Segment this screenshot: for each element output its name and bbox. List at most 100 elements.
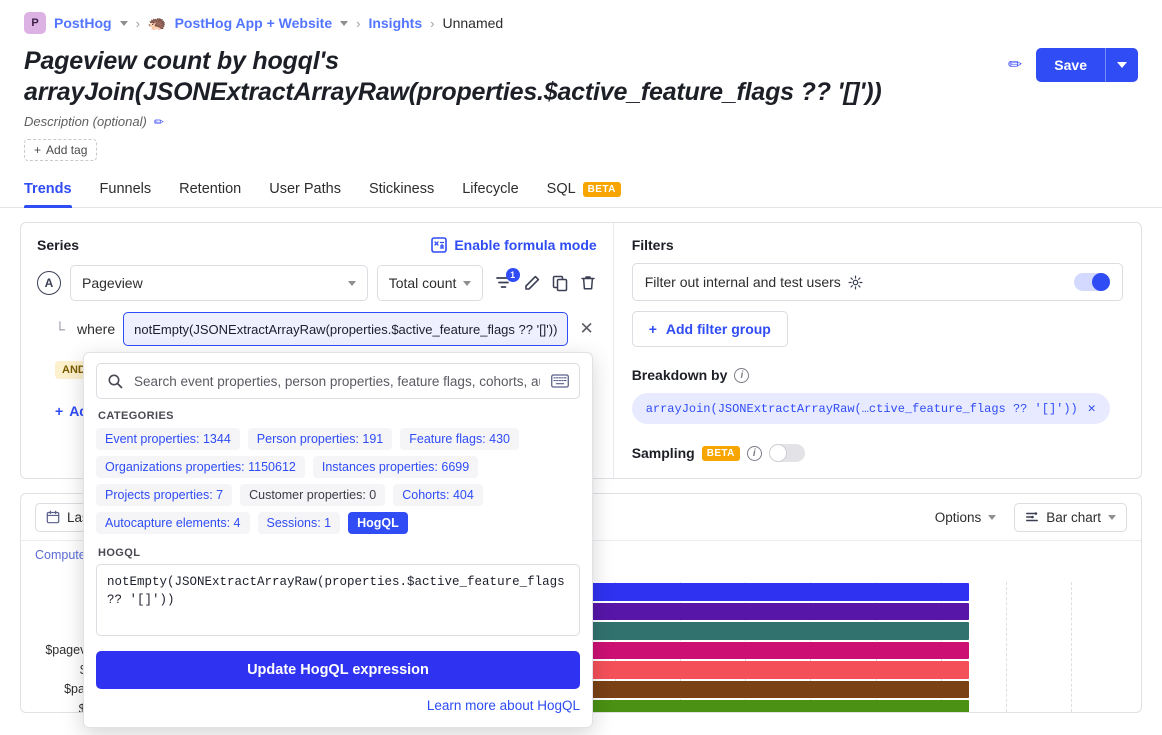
- edit-description-pencil-icon[interactable]: ✏: [154, 115, 164, 129]
- tab-funnels-label: Funnels: [100, 181, 152, 197]
- category-chip[interactable]: Instances properties: 6699: [313, 456, 478, 478]
- edit-title-pencil-icon[interactable]: ✏: [1008, 55, 1022, 75]
- enable-formula-mode-button[interactable]: Enable formula mode: [431, 237, 596, 253]
- delete-trash-icon[interactable]: [579, 274, 597, 292]
- bar-chart-icon: [1025, 510, 1039, 524]
- series-title: Series: [37, 237, 79, 253]
- description-row: Description (optional) ✏: [24, 114, 1138, 129]
- tab-user-paths-label: User Paths: [269, 181, 341, 197]
- chart-type-selector[interactable]: Bar chart: [1014, 503, 1127, 532]
- search-input[interactable]: [132, 373, 542, 390]
- tab-trends-label: Trends: [24, 181, 72, 197]
- sql-beta-badge: BETA: [583, 182, 621, 197]
- org-badge: P: [24, 12, 46, 34]
- breadcrumb-separator-3: ›: [430, 16, 434, 31]
- chevron-down-icon-options: [988, 515, 996, 520]
- chevron-down-icon-2[interactable]: [340, 21, 348, 26]
- breadcrumb-section[interactable]: Insights: [368, 15, 422, 31]
- gear-icon[interactable]: [848, 275, 863, 290]
- filters-column: Filters Filter out internal and test use…: [614, 223, 1141, 478]
- tab-lifecycle[interactable]: Lifecycle: [462, 181, 518, 207]
- internal-users-label: Filter out internal and test users: [645, 274, 841, 290]
- hogql-filter-pill[interactable]: notEmpty(JSONExtractArrayRaw(properties.…: [123, 312, 568, 346]
- description-placeholder[interactable]: Description (optional): [24, 114, 147, 129]
- internal-users-filter-box: Filter out internal and test users: [632, 263, 1123, 301]
- add-tag-label: Add tag: [46, 143, 87, 157]
- sampling-toggle[interactable]: [769, 444, 805, 462]
- save-button[interactable]: Save: [1036, 48, 1105, 82]
- category-chip[interactable]: Feature flags: 430: [400, 428, 519, 450]
- math-select[interactable]: Total count: [377, 265, 483, 301]
- series-row-a: A Pageview Total count 1: [37, 265, 597, 301]
- edit-pencil-icon[interactable]: [523, 274, 541, 292]
- breadcrumb-separator: ›: [136, 16, 140, 31]
- tab-retention[interactable]: Retention: [179, 181, 241, 207]
- filter-count-badge: 1: [506, 268, 520, 282]
- breadcrumb-project[interactable]: PostHog App + Website: [175, 15, 333, 31]
- breadcrumb-separator-2: ›: [356, 16, 360, 31]
- hogql-header: HOGQL: [98, 547, 580, 559]
- math-select-value: Total count: [389, 275, 457, 291]
- page-title[interactable]: Pageview count by hogql's arrayJoin(JSON…: [24, 46, 924, 107]
- tab-sql-label: SQL: [547, 181, 576, 197]
- remove-breakdown-icon[interactable]: ✕: [1088, 401, 1096, 416]
- tab-funnels[interactable]: Funnels: [100, 181, 152, 207]
- add-filter-group-label: Add filter group: [666, 321, 771, 337]
- add-filter-group-button[interactable]: + Add filter group: [632, 311, 788, 347]
- save-dropdown-button[interactable]: [1105, 48, 1138, 82]
- add-tag-button[interactable]: + Add tag: [24, 139, 97, 161]
- hogql-expression-textarea[interactable]: [96, 564, 580, 636]
- sampling-title: Sampling: [632, 445, 695, 461]
- sampling-beta-badge: BETA: [702, 446, 740, 461]
- tab-user-paths[interactable]: User Paths: [269, 181, 341, 207]
- category-chip[interactable]: Event properties: 1344: [96, 428, 240, 450]
- breakdown-header: Breakdown by i: [632, 367, 1123, 383]
- title-section: Pageview count by hogql's arrayJoin(JSON…: [0, 40, 1162, 161]
- series-letter-badge: A: [37, 271, 61, 295]
- chart-options-button[interactable]: Options: [927, 504, 1005, 531]
- plus-icon-group: +: [649, 321, 657, 337]
- breadcrumb-org[interactable]: PostHog: [54, 15, 112, 31]
- tab-lifecycle-label: Lifecycle: [462, 181, 518, 197]
- tab-trends[interactable]: Trends: [24, 181, 72, 207]
- update-hogql-button[interactable]: Update HogQL expression: [96, 651, 580, 689]
- breakdown-value-pill[interactable]: arrayJoin(JSONExtractArrayRaw(…ctive_fea…: [632, 393, 1110, 424]
- category-chip[interactable]: Autocapture elements: 4: [96, 512, 250, 534]
- category-chip[interactable]: HogQL: [348, 512, 408, 534]
- info-icon-breakdown[interactable]: i: [734, 368, 749, 383]
- tab-stickiness[interactable]: Stickiness: [369, 181, 434, 207]
- info-icon-sampling[interactable]: i: [747, 446, 762, 461]
- remove-filter-icon[interactable]: ✕: [576, 319, 596, 339]
- learn-more-hogql-link[interactable]: Learn more about HogQL: [427, 698, 580, 713]
- internal-users-label-wrap: Filter out internal and test users: [645, 274, 863, 290]
- categories-header: CATEGORIES: [98, 410, 580, 422]
- chart-options-label: Options: [935, 510, 982, 525]
- category-chip[interactable]: Cohorts: 404: [393, 484, 483, 506]
- property-search-box[interactable]: [96, 363, 580, 399]
- hogql-property-popup: CATEGORIES Event properties: 1344 Person …: [83, 352, 593, 728]
- plus-icon-filter: +: [55, 403, 63, 419]
- enable-formula-mode-label: Enable formula mode: [454, 237, 596, 253]
- keyboard-icon[interactable]: [551, 374, 569, 388]
- learn-more-row: Learn more about HogQL: [96, 697, 580, 715]
- chart-type-label: Bar chart: [1046, 510, 1101, 525]
- where-filter-row: └ where notEmpty(JSONExtractArrayRaw(pro…: [37, 312, 597, 346]
- chevron-down-icon-save: [1117, 62, 1127, 68]
- breakdown-title: Breakdown by: [632, 367, 728, 383]
- category-chip[interactable]: Organizations properties: 1150612: [96, 456, 305, 478]
- category-chip[interactable]: Sessions: 1: [258, 512, 341, 534]
- series-action-icons: 1: [495, 274, 597, 292]
- internal-users-toggle[interactable]: [1074, 273, 1110, 291]
- search-icon: [107, 373, 123, 389]
- category-chips: Event properties: 1344 Person properties:…: [96, 428, 580, 534]
- category-chip[interactable]: Person properties: 191: [248, 428, 392, 450]
- duplicate-icon[interactable]: [551, 274, 569, 292]
- category-chip[interactable]: Customer properties: 0: [240, 484, 385, 506]
- filter-icon[interactable]: 1: [495, 274, 513, 292]
- tab-sql[interactable]: SQL BETA: [547, 181, 621, 207]
- insight-type-tabs: Trends Funnels Retention User Paths Stic…: [0, 167, 1162, 208]
- event-select[interactable]: Pageview: [70, 265, 368, 301]
- category-chip[interactable]: Projects properties: 7: [96, 484, 232, 506]
- event-select-value: Pageview: [82, 275, 143, 291]
- chevron-down-icon[interactable]: [120, 21, 128, 26]
